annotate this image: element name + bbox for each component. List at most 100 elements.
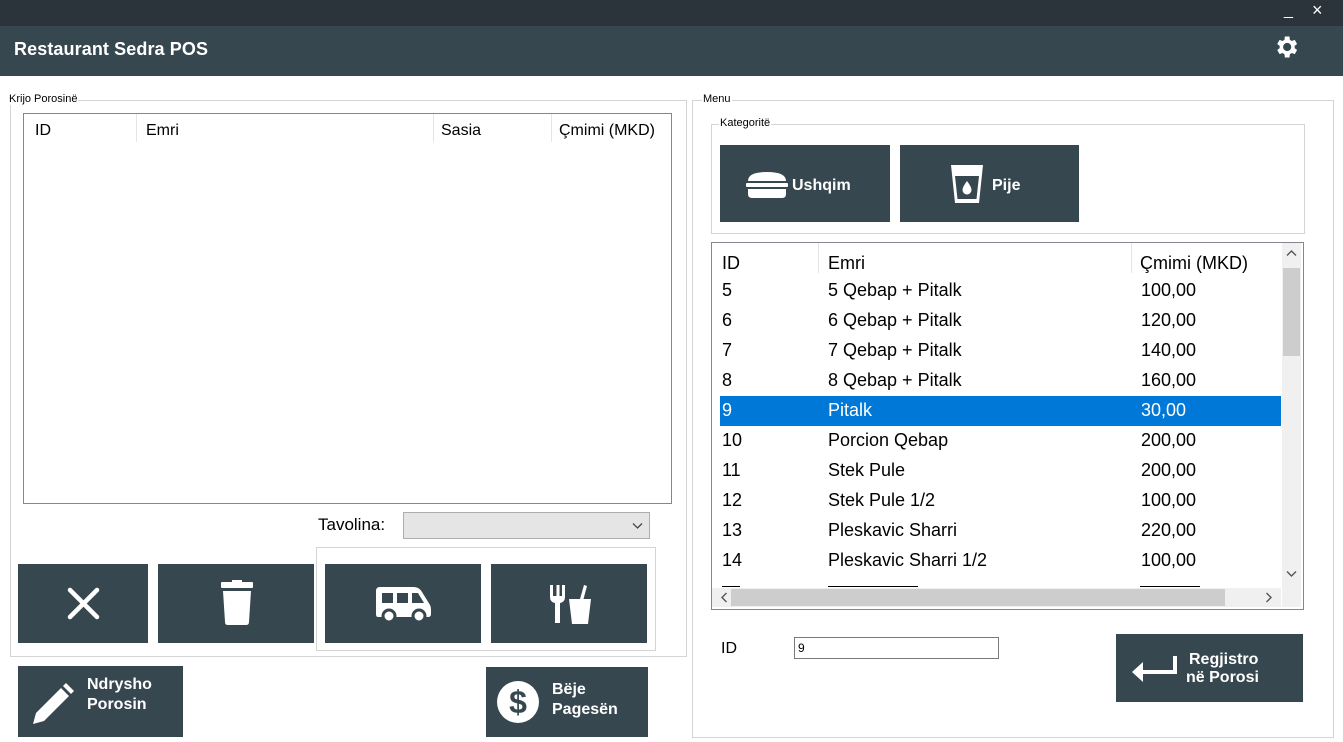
menu-row[interactable]: 10 Porcion Qebap 200,00 [720,426,1281,456]
menu-row[interactable]: 7 7 Qebap + Pitalk 140,00 [720,336,1281,366]
menu-row[interactable]: 12 Stek Pule 1/2 100,00 [720,486,1281,516]
cup-icon [951,165,983,203]
scroll-down-icon[interactable] [1286,570,1297,578]
menu-cell-price: 160,00 [1141,370,1197,390]
col-divider [551,114,552,142]
category-food-button[interactable]: Ushqim [720,145,890,222]
order-list[interactable]: ID Emri Sasia Çmimi (MKD) [23,113,672,504]
fork-drink-icon [550,585,591,624]
edit-order-button[interactable]: Ndrysho Porosin [18,666,183,737]
menu-cell-name: Pleskavic Sharri 1/2 [828,550,988,570]
menu-row[interactable]: 9 Pitalk 30,00 [720,396,1281,426]
menu-cell-price: 100,00 [1141,550,1197,570]
menu-cell-price: 220,00 [1141,520,1197,540]
menu-cell-price: 200,00 [1141,430,1197,450]
categories-group-label: Kategoritë [719,117,772,129]
hscroll-thumb[interactable] [731,589,1225,606]
menu-row[interactable]: 8 8 Qebap + Pitalk 160,00 [720,366,1281,396]
delete-item-button[interactable] [158,564,314,643]
chevron-down-icon [632,523,643,529]
trash-icon [221,580,253,625]
category-drinks-label: Pije [992,177,1021,194]
menu-cell-name: Stek Pule [828,460,906,480]
dollar-icon: $ [497,681,539,723]
order-col-price[interactable]: Çmimi (MKD) [559,122,655,140]
menu-col-price[interactable]: Çmimi (MKD) [1140,253,1248,274]
edit-order-line1: Ndrysho [87,676,152,693]
window-top-strip [0,0,1343,26]
category-food-label: Ushqim [792,177,851,194]
menu-cell-id: 9 [722,400,733,420]
menu-cell-name: Porcion Qebap [828,430,949,450]
dine-in-button[interactable] [491,564,647,643]
menu-cell-price: 140,00 [1141,340,1197,360]
menu-group-label: Menu [702,93,732,105]
burger-icon [746,172,788,198]
van-icon [376,587,431,623]
menu-cell-id: 7 [722,340,733,360]
menu-row[interactable]: 13 Pleskavic Sharri 220,00 [720,516,1281,546]
menu-cell-name: 5 Qebap + Pitalk [828,280,962,300]
make-payment-button[interactable]: $ Bëje Pagesën [486,667,648,737]
menu-cell-id: 5 [722,280,733,300]
scroll-left-icon[interactable] [720,592,728,603]
edit-order-line2: Porosin [87,696,147,713]
category-drinks-button[interactable]: Pije [900,145,1079,222]
menu-col-name[interactable]: Emri [828,253,865,274]
table-label: Tavolina: [318,515,386,534]
menu-cell-name: 8 Qebap + Pitalk [828,370,962,390]
col-divider [1131,243,1132,273]
menu-cell-name: 6 Qebap + Pitalk [828,310,962,330]
id-input[interactable] [794,637,999,659]
menu-cell-price: 120,00 [1141,310,1197,330]
register-line2: në Porosi [1186,669,1259,686]
close-window-button[interactable]: × [1312,0,1323,21]
scroll-corner [1282,588,1301,607]
scroll-right-icon[interactable] [1265,592,1273,603]
menu-cell-price: 200,00 [1141,460,1197,480]
menu-cell-name: Stek Pule 1/2 [828,490,936,510]
cancel-order-button[interactable] [18,564,148,643]
svg-text:$: $ [509,684,527,720]
app-title: Restaurant Sedra POS [14,39,209,59]
scroll-up-icon[interactable] [1286,249,1297,257]
menu-col-id[interactable]: ID [722,253,740,274]
pencil-icon [33,683,74,724]
menu-vscrollbar[interactable] [1282,243,1301,588]
gear-icon[interactable] [1271,33,1301,61]
menu-cell-name: 7 Qebap + Pitalk [828,340,962,360]
order-col-quantity[interactable]: Sasia [441,122,481,140]
close-icon [67,587,100,620]
menu-cell-price: 100,00 [1141,490,1197,510]
menu-row[interactable]: 11 Stek Pule 200,00 [720,456,1281,486]
menu-cell-id: 11 [722,460,741,480]
menu-cell-price: 30,00 [1141,400,1187,420]
delivery-button[interactable] [325,564,481,643]
register-to-order-button[interactable]: Regjistro në Porosi [1116,634,1303,702]
menu-cell-id: 14 [722,550,743,570]
payment-line2: Pagesën [552,701,618,718]
enter-arrow-icon [1132,656,1177,682]
menu-cell-name: Pleskavic Sharri [828,520,958,540]
order-col-id[interactable]: ID [35,122,51,140]
col-divider [818,243,819,273]
menu-row[interactable]: 14 Pleskavic Sharri 1/2 100,00 [720,546,1281,576]
vscroll-thumb[interactable] [1283,268,1300,356]
col-divider [136,114,137,142]
menu-hscrollbar[interactable] [712,588,1281,607]
register-line1: Regjistro [1189,651,1259,668]
menu-cell-id: 10 [722,430,743,450]
menu-cell-id: 6 [722,310,733,330]
menu-cell-id: 12 [722,490,743,510]
menu-cell-id: 13 [722,520,743,540]
menu-cell-name: Pitalk [828,400,873,420]
menu-row[interactable]: 5 5 Qebap + Pitalk 100,00 [720,276,1281,306]
id-label: ID [721,640,737,657]
menu-cell-id: 8 [722,370,733,390]
order-col-name[interactable]: Emri [146,122,179,140]
minimize-button[interactable]: _ [1284,2,1293,20]
order-group-label: Krijo Porosinë [8,93,79,105]
menu-row[interactable]: 6 6 Qebap + Pitalk 120,00 [720,306,1281,336]
table-select[interactable] [403,512,650,539]
menu-cell-price: 100,00 [1141,280,1197,300]
